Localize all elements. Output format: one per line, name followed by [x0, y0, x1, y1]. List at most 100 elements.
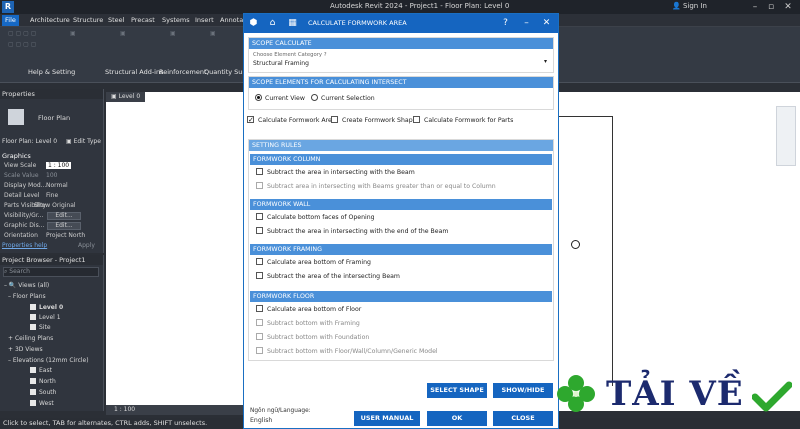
view-control-bar[interactable]: 1 : 100 [106, 405, 243, 415]
tab-insert[interactable]: Insert [192, 15, 217, 26]
opt-for-parts[interactable]: Calculate Formwork for Parts [413, 115, 513, 127]
group-header: FORMWORK WALL [250, 199, 552, 210]
tree-item-level0[interactable]: Level 0 [30, 304, 63, 311]
minimize-icon[interactable]: – [748, 1, 762, 13]
tree-item[interactable]: South [30, 389, 56, 396]
tree-item[interactable]: + 3D Views [8, 346, 43, 353]
checkbox-icon [256, 305, 263, 312]
prop-row[interactable]: Parts Visibility Show Original [2, 202, 100, 211]
app-title: Autodesk Revit 2024 - Project1 - Floor P… [330, 2, 510, 10]
browser-search[interactable]: ⌕ Search [3, 267, 99, 277]
ribbon-tool[interactable]: ▣ [70, 30, 76, 37]
maximize-icon[interactable]: ▫ [764, 1, 778, 13]
view-icon [30, 378, 36, 384]
language-selector[interactable]: English [250, 417, 272, 424]
section-header: SCOPE ELEMENTS FOR CALCULATING INTERSECT [249, 77, 553, 88]
revit-title-bar: R Autodesk Revit 2024 - Project1 - Floor… [0, 0, 800, 14]
checkbox-icon [247, 114, 254, 126]
tree-item-site[interactable]: Site [30, 324, 51, 331]
ok-button[interactable]: OK [427, 411, 487, 426]
apply-button[interactable]: Apply [78, 242, 95, 249]
ribbon-tool[interactable]: ▢ ▢ ▢ ▢ [8, 41, 36, 48]
dialog-title: CALCULATE FORMWORK AREA [308, 19, 407, 27]
help-icon[interactable]: ? [499, 17, 512, 30]
minimize-icon[interactable]: – [520, 17, 533, 30]
checkbox-icon [256, 227, 263, 234]
ribbon-tool[interactable]: ▣ [170, 30, 176, 37]
show-hide-button[interactable]: SHOW/HIDE [493, 383, 553, 398]
radio-current-view[interactable]: Current View [255, 93, 305, 105]
tab-steel[interactable]: Steel [105, 15, 127, 26]
edit-type-button[interactable]: ▣ Edit Type [66, 138, 101, 145]
rule-framing-1[interactable]: Calculate area bottom of Framing [250, 257, 552, 269]
category-label: Choose Element Category ? [253, 52, 327, 58]
ribbon-tool[interactable]: ▢ ▢ ▢ ▢ [8, 30, 36, 37]
edit-button[interactable]: Edit... [47, 222, 81, 230]
revit-logo-icon[interactable]: R [2, 1, 14, 13]
grid-icon[interactable]: ▦ [286, 17, 299, 30]
navigation-bar[interactable] [776, 106, 796, 166]
tree-item[interactable]: – 🔍 Views (all) [4, 282, 49, 289]
sign-in-link[interactable]: 👤 Sign In [672, 2, 707, 10]
prop-row[interactable]: View Scale 1 : 100 [2, 162, 100, 171]
dialog-title-bar: ⬢ ⌂ ▦ CALCULATE FORMWORK AREA ? – ✕ [244, 14, 558, 33]
checkbox-icon [256, 319, 263, 326]
rule-floor-3[interactable]: Subtract bottom with Foundation [250, 332, 552, 344]
properties-help-link[interactable]: Properties help [2, 242, 47, 249]
scale-label[interactable]: 1 : 100 [114, 406, 135, 413]
rule-floor-1[interactable]: Calculate area bottom of Floor [250, 304, 552, 316]
app-logo-icon: ⬢ [249, 18, 258, 28]
checkbox-icon [331, 116, 338, 123]
rule-wall-1[interactable]: Calculate bottom faces of Opening [250, 212, 552, 224]
edit-type-icon: ▣ [66, 138, 74, 145]
close-icon[interactable]: ✕ [540, 17, 553, 30]
tab-systems[interactable]: Systems [159, 15, 193, 26]
rule-floor-2[interactable]: Subtract bottom with Framing [250, 318, 552, 330]
prop-row[interactable]: Visibility/Gr... Edit... [2, 212, 100, 221]
rule-wall-2[interactable]: Subtract the area in intersecting with t… [250, 226, 552, 238]
tree-item[interactable]: – Elevations (12mm Circle) [8, 357, 89, 364]
project-browser: Project Browser - Project1 ⌕ Search – 🔍 … [0, 255, 104, 411]
tree-item-level1[interactable]: Level 1 [30, 314, 61, 321]
select-shape-button[interactable]: SELECT SHAPE [427, 383, 487, 398]
tree-item[interactable]: North [30, 378, 56, 385]
prop-row[interactable]: Display Mod... Normal [2, 182, 100, 191]
tab-file[interactable]: File [2, 15, 19, 26]
tab-architecture[interactable]: Architecture [27, 15, 73, 26]
scope-intersect-section: SCOPE ELEMENTS FOR CALCULATING INTERSECT… [248, 76, 554, 110]
radio-icon [255, 94, 262, 101]
opt-create-shape[interactable]: Create Formwork Shape [331, 115, 416, 127]
close-button[interactable]: CLOSE [493, 411, 553, 426]
rule-column-1[interactable]: Subtract the area in intersecting with t… [250, 167, 552, 179]
opt-calc-area[interactable]: Calculate Formwork Area [247, 114, 336, 127]
category-dropdown[interactable]: Structural Framing ▾ [253, 58, 549, 69]
edit-button[interactable]: Edit... [47, 212, 81, 220]
close-window-icon[interactable]: ✕ [781, 1, 795, 13]
tree-item[interactable]: + Ceiling Plans [8, 335, 53, 342]
section-header: SCOPE CALCULATE [249, 38, 553, 49]
tree-item[interactable]: East [30, 367, 52, 374]
checkbox-icon [256, 213, 263, 220]
framing-group: FORMWORK FRAMING Calculate area bottom o… [250, 244, 552, 283]
instance-selector[interactable]: Floor Plan: Level 0 [2, 138, 57, 145]
view-tab-level0[interactable]: ▣ Level 0 [106, 92, 146, 102]
rule-column-2[interactable]: Subtract area in intersecting with Beams… [250, 181, 552, 193]
tab-structure[interactable]: Structure [70, 15, 106, 26]
rule-floor-4[interactable]: Subtract bottom with Floor/Wall/Column/G… [250, 346, 552, 358]
view-icon [30, 389, 36, 395]
tree-item[interactable]: West [30, 400, 54, 407]
rule-framing-2[interactable]: Subtract the area of the intersecting Be… [250, 271, 552, 283]
user-manual-button[interactable]: USER MANUAL [354, 411, 420, 426]
ribbon-tool[interactable]: ▣ [210, 30, 216, 37]
prop-row[interactable]: Detail Level Fine [2, 192, 100, 201]
tab-precast[interactable]: Precast [128, 15, 158, 26]
tree-item[interactable]: – Floor Plans [8, 293, 46, 300]
home-icon[interactable]: ⌂ [266, 17, 279, 30]
elevation-marker-icon[interactable] [571, 240, 580, 249]
ribbon-tool[interactable]: ▣ [120, 30, 126, 37]
prop-row[interactable]: Orientation Project North [2, 232, 100, 241]
prop-row[interactable]: Graphic Dis... Edit... [2, 222, 100, 231]
radio-current-selection[interactable]: Current Selection [311, 93, 375, 105]
checkbox-icon [413, 116, 420, 123]
setting-rules-section: SETTING RULES FORMWORK COLUMN Subtract t… [248, 139, 554, 361]
